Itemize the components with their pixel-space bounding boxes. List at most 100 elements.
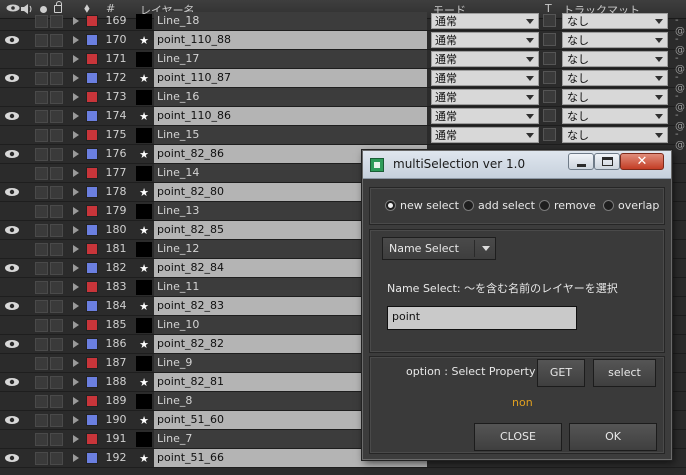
layer-row[interactable]: 169 Line_18 通常 なし -@ [0, 12, 686, 37]
track-matte-dropdown[interactable]: なし [562, 127, 668, 143]
expand-triangle-icon[interactable] [73, 188, 79, 196]
visibility-toggle[interactable] [4, 129, 20, 141]
expand-triangle-icon[interactable] [73, 454, 79, 462]
solo-switch[interactable] [35, 376, 48, 389]
expand-triangle-icon[interactable] [73, 283, 79, 291]
solo-switch[interactable] [35, 319, 48, 332]
solo-switch[interactable] [35, 224, 48, 237]
solo-switch[interactable] [35, 205, 48, 218]
eye-icon[interactable] [6, 4, 20, 12]
lock-switch[interactable] [50, 148, 63, 161]
visibility-toggle[interactable] [4, 53, 20, 65]
layer-name[interactable]: point_110_86 [154, 107, 427, 125]
label-color-swatch[interactable] [86, 224, 98, 236]
lock-switch[interactable] [50, 452, 63, 465]
solo-switch[interactable] [35, 262, 48, 275]
label-color-swatch[interactable] [86, 452, 98, 464]
name-filter-input[interactable]: point [387, 306, 577, 330]
label-color-swatch[interactable] [86, 338, 98, 350]
label-color-swatch[interactable] [86, 91, 98, 103]
visibility-toggle[interactable] [4, 243, 20, 255]
lock-switch[interactable] [50, 281, 63, 294]
lock-switch[interactable] [50, 224, 63, 237]
eye-icon[interactable] [4, 376, 20, 388]
visibility-toggle[interactable] [4, 281, 20, 293]
solo-switch[interactable] [35, 243, 48, 256]
expand-triangle-icon[interactable] [73, 169, 79, 177]
label-color-swatch[interactable] [86, 72, 98, 84]
expand-triangle-icon[interactable] [73, 17, 79, 25]
eye-icon[interactable] [4, 224, 20, 236]
preserve-transparency-checkbox[interactable] [543, 52, 556, 65]
eye-icon[interactable] [4, 148, 20, 160]
lock-switch[interactable] [50, 243, 63, 256]
label-color-swatch[interactable] [86, 186, 98, 198]
label-color-swatch[interactable] [86, 205, 98, 217]
expand-triangle-icon[interactable] [73, 416, 79, 424]
lock-switch[interactable] [50, 395, 63, 408]
label-color-swatch[interactable] [86, 395, 98, 407]
layer-row[interactable]: 172 ★ point_110_87 通常 なし -@ [0, 69, 686, 94]
solo-switch[interactable] [35, 281, 48, 294]
layer-name[interactable]: point_110_87 [154, 69, 427, 87]
label-color-swatch[interactable] [86, 34, 98, 46]
solo-switch[interactable] [35, 395, 48, 408]
label-color-swatch[interactable] [86, 357, 98, 369]
solo-switch[interactable] [35, 433, 48, 446]
label-color-swatch[interactable] [86, 262, 98, 274]
eye-icon[interactable] [4, 300, 20, 312]
lock-switch[interactable] [50, 53, 63, 66]
lock-switch[interactable] [50, 338, 63, 351]
blend-mode-dropdown[interactable]: 通常 [431, 89, 539, 105]
layer-name[interactable]: Line_15 [154, 126, 427, 144]
solo-switch[interactable] [35, 129, 48, 142]
solo-switch[interactable] [35, 186, 48, 199]
preserve-transparency-checkbox[interactable] [543, 14, 556, 27]
solo-switch[interactable] [35, 15, 48, 28]
expand-triangle-icon[interactable] [73, 264, 79, 272]
lock-switch[interactable] [50, 91, 63, 104]
layer-row[interactable]: 173 Line_16 通常 なし -@ [0, 88, 686, 113]
track-matte-dropdown[interactable]: なし [562, 70, 668, 86]
label-color-swatch[interactable] [86, 15, 98, 27]
expand-triangle-icon[interactable] [73, 359, 79, 367]
expand-triangle-icon[interactable] [73, 435, 79, 443]
solo-switch[interactable] [35, 148, 48, 161]
label-color-swatch[interactable] [86, 281, 98, 293]
expand-triangle-icon[interactable] [73, 131, 79, 139]
layer-row[interactable]: 171 Line_17 通常 なし -@ [0, 50, 686, 75]
maximize-button[interactable] [594, 153, 620, 170]
select-type-dropdown[interactable]: Name Select [382, 237, 496, 260]
expand-triangle-icon[interactable] [73, 302, 79, 310]
expand-triangle-icon[interactable] [73, 245, 79, 253]
layer-name[interactable]: Line_18 [154, 12, 427, 30]
minimize-button[interactable] [568, 153, 594, 170]
lock-switch[interactable] [50, 414, 63, 427]
solo-switch[interactable] [35, 72, 48, 85]
eye-icon[interactable] [4, 338, 20, 350]
window-close-button[interactable]: ✕ [620, 153, 664, 170]
label-color-swatch[interactable] [86, 243, 98, 255]
select-button[interactable]: select [593, 359, 656, 387]
eye-icon[interactable] [4, 186, 20, 198]
blend-mode-dropdown[interactable]: 通常 [431, 127, 539, 143]
visibility-toggle[interactable] [4, 91, 20, 103]
label-color-swatch[interactable] [86, 148, 98, 160]
close-button[interactable]: CLOSE [474, 423, 562, 451]
eye-icon[interactable] [4, 262, 20, 274]
solo-switch[interactable] [35, 452, 48, 465]
blend-mode-dropdown[interactable]: 通常 [431, 70, 539, 86]
label-color-swatch[interactable] [86, 167, 98, 179]
track-matte-dropdown[interactable]: なし [562, 32, 668, 48]
lock-switch[interactable] [50, 110, 63, 123]
visibility-toggle[interactable] [4, 357, 20, 369]
expand-triangle-icon[interactable] [73, 55, 79, 63]
track-matte-dropdown[interactable]: なし [562, 13, 668, 29]
eye-icon[interactable] [4, 34, 20, 46]
expand-triangle-icon[interactable] [73, 74, 79, 82]
expand-triangle-icon[interactable] [73, 397, 79, 405]
lock-switch[interactable] [50, 300, 63, 313]
label-color-swatch[interactable] [86, 53, 98, 65]
track-matte-dropdown[interactable]: なし [562, 89, 668, 105]
expand-triangle-icon[interactable] [73, 226, 79, 234]
